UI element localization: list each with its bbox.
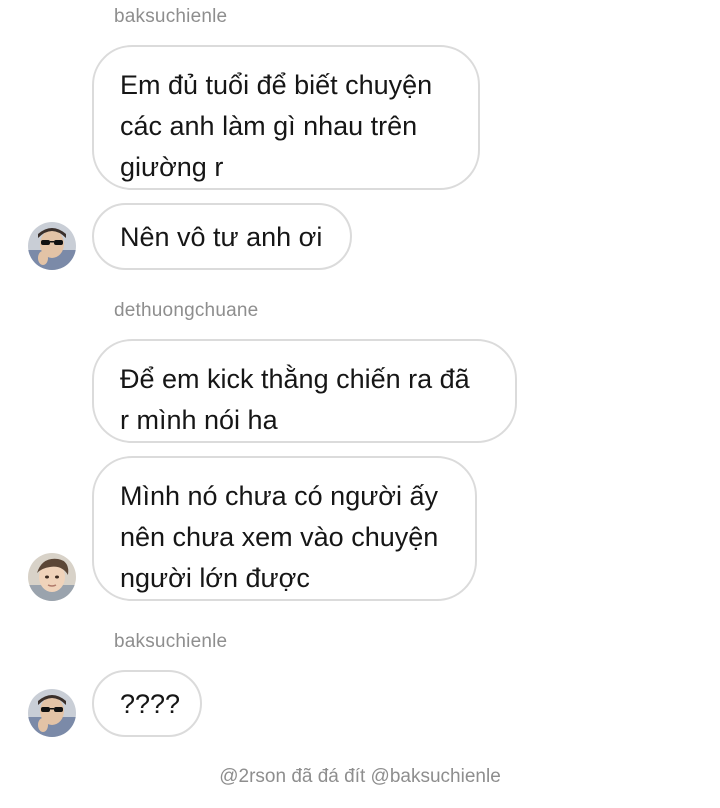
message-text: người lớn được [120, 563, 310, 593]
sender-name[interactable]: baksuchienle [114, 6, 227, 28]
message-bubble[interactable]: Em đủ tuổi để biết chuyện các anh làm gì… [92, 45, 480, 190]
message-text: Em đủ tuổi để biết chuyện [120, 70, 433, 100]
message-bubble[interactable]: Mình nó chưa có người ấy nên chưa xem và… [92, 456, 477, 601]
message-bubble[interactable]: ???? [92, 670, 202, 737]
message-text: Để em kick thằng chiến ra đã [120, 364, 470, 394]
message-text: các anh làm gì nhau trên [120, 111, 418, 141]
sender-name[interactable]: baksuchienle [114, 631, 227, 653]
message-text: Mình nó chưa có người ấy [120, 481, 439, 511]
message-bubble[interactable]: Để em kick thằng chiến ra đã r mình nói … [92, 339, 517, 443]
message-bubble[interactable]: Nên vô tư anh ơi [92, 203, 352, 270]
message-text: nên chưa xem vào chuyện [120, 522, 439, 552]
avatar-sunglasses-icon[interactable] [28, 222, 76, 270]
system-notice: @2rson đã đá đít @baksuchienle [219, 766, 501, 787]
avatar-face-icon[interactable] [28, 553, 76, 601]
message-text: giường r [120, 152, 224, 182]
avatar-sunglasses-icon[interactable] [28, 689, 76, 737]
sender-name[interactable]: dethuongchuane [114, 300, 258, 322]
message-text: r mình nói ha [120, 405, 278, 435]
message-text: Nên vô tư anh ơi [120, 222, 323, 252]
message-text: ???? [120, 689, 181, 719]
